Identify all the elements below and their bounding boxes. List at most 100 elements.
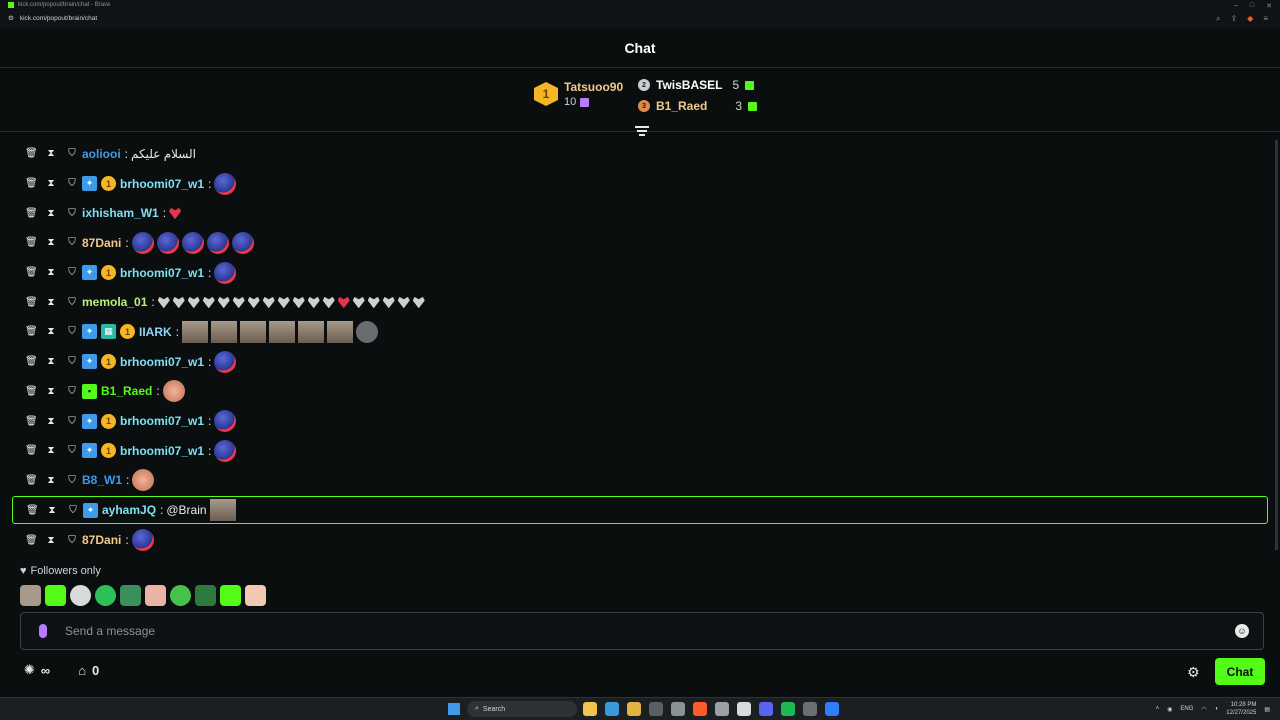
ban-icon[interactable]: ⛉ (67, 535, 77, 546)
app-icon[interactable] (649, 702, 663, 716)
ban-icon[interactable]: ⛉ (68, 505, 78, 516)
zoom-icon[interactable]: ⌕ (1216, 14, 1220, 24)
chat-username[interactable]: ixhisham_W1 (82, 206, 159, 220)
delete-icon[interactable]: 🗑 (25, 237, 38, 248)
chat-message[interactable]: 🗑 ⧗ ⛉ 87Dani : (12, 525, 1268, 555)
chat-username[interactable]: brhoomi07_w1 (120, 414, 204, 428)
chat-message[interactable]: 🗑 ⧗ ⛉ 87Dani : (12, 228, 1268, 258)
chat-username[interactable]: B1_Raed (101, 384, 152, 398)
timeout-icon[interactable]: ⧗ (46, 356, 56, 367)
timeout-icon[interactable]: ⧗ (46, 208, 56, 219)
ban-icon[interactable]: ⛉ (67, 386, 77, 397)
quick-emote[interactable] (195, 585, 216, 606)
menu-icon[interactable]: ≡ (1263, 14, 1268, 24)
timeout-icon[interactable]: ⧗ (46, 445, 56, 456)
close-button[interactable]: ✕ (1266, 2, 1272, 10)
timeout-icon[interactable]: ⧗ (46, 416, 56, 427)
site-info-icon[interactable]: ⚙ (8, 14, 14, 22)
send-chat-button[interactable]: Chat (1215, 658, 1265, 685)
chat-message-highlighted[interactable]: 🗑 ⧗ ⛉ ✦ ayhamJQ : @Brain (12, 496, 1268, 525)
timeout-icon[interactable]: ⧗ (46, 178, 56, 189)
quick-emote[interactable] (70, 585, 91, 606)
quick-emote[interactable] (145, 585, 166, 606)
delete-icon[interactable]: 🗑 (26, 505, 39, 516)
minimize-button[interactable]: – (1234, 2, 1238, 10)
ban-icon[interactable]: ⛉ (67, 416, 77, 427)
timeout-icon[interactable]: ⧗ (47, 505, 57, 516)
chat-username[interactable]: ayhamJQ (102, 503, 156, 517)
ban-icon[interactable]: ⛉ (67, 475, 77, 486)
tray-chevron-icon[interactable]: ˄ (1156, 706, 1160, 712)
chat-scrollbar[interactable] (1275, 140, 1278, 550)
ban-icon[interactable]: ⛉ (67, 445, 77, 456)
brave-icon[interactable] (693, 702, 707, 716)
chat-message[interactable]: 🗑 ⧗ ⛉ ▪ B1_Raed : (12, 377, 1268, 407)
delete-icon[interactable]: 🗑 (25, 326, 38, 337)
timeout-icon[interactable]: ⧗ (46, 297, 56, 308)
chat-username[interactable]: brhoomi07_w1 (120, 355, 204, 369)
url-text[interactable]: kick.com/popout/brain/chat (20, 15, 97, 22)
chat-message[interactable]: 🗑 ⧗ ⛉ ✦ 1 brhoomi07_w1 : (12, 436, 1268, 466)
leaderboard-first[interactable]: 1 Tatsuoo90 10 (534, 80, 623, 108)
store-button[interactable]: ⌂ 0 (78, 663, 99, 678)
language-indicator[interactable]: ENG (1180, 706, 1193, 712)
chat-message[interactable]: 🗑 ⧗ ⛉ ✦ 1 brhoomi07_w1 : (12, 347, 1268, 377)
chat-message[interactable]: 🗑 ⧗ ⛉ ✦ 1 brhoomi07_w1 : (12, 406, 1268, 436)
chrome-icon[interactable] (583, 702, 597, 716)
ban-icon[interactable]: ⛉ (67, 267, 77, 278)
timeout-icon[interactable]: ⧗ (46, 386, 56, 397)
chat-username[interactable]: B8_W1 (82, 473, 122, 487)
chat-username[interactable]: memola_01 (82, 295, 147, 309)
quick-emote[interactable] (45, 585, 66, 606)
app-icon[interactable] (715, 702, 729, 716)
chat-username[interactable]: brhoomi07_w1 (120, 266, 204, 280)
quick-emote[interactable] (170, 585, 191, 606)
quick-emote[interactable] (245, 585, 266, 606)
delete-icon[interactable]: 🗑 (25, 148, 38, 159)
quick-emote[interactable] (95, 585, 116, 606)
delete-icon[interactable]: 🗑 (25, 208, 38, 219)
app-icon[interactable] (825, 702, 839, 716)
delete-icon[interactable]: 🗑 (25, 386, 38, 397)
ban-icon[interactable]: ⛉ (67, 356, 77, 367)
chat-username[interactable]: 87Dani (82, 533, 121, 547)
chat-message[interactable]: 🗑 ⧗ ⛉ ✦ ▦ 1 IIARK : (12, 317, 1268, 347)
delete-icon[interactable]: 🗑 (25, 416, 38, 427)
quick-emote[interactable] (220, 585, 241, 606)
timeout-icon[interactable]: ⧗ (46, 237, 56, 248)
chat-username[interactable]: aoliooi (82, 147, 121, 161)
volume-icon[interactable]: ◖ (1215, 706, 1219, 712)
leaderboard-third[interactable]: 3 B1_Raed 3 (638, 99, 758, 113)
collapse-icon[interactable] (635, 126, 649, 138)
chat-message[interactable]: 🗑 ⧗ ⛉ B8_W1 : (12, 466, 1268, 496)
quick-emote[interactable] (120, 585, 141, 606)
file-explorer-icon[interactable] (627, 702, 641, 716)
delete-icon[interactable]: 🗑 (25, 267, 38, 278)
chat-message[interactable]: 🗑 ⧗ ⛉ aoliooi : السلام عليكم (12, 139, 1268, 169)
chat-username[interactable]: brhoomi07_w1 (120, 177, 204, 191)
app-icon[interactable] (671, 702, 685, 716)
delete-icon[interactable]: 🗑 (25, 297, 38, 308)
delete-icon[interactable]: 🗑 (25, 356, 38, 367)
network-icon[interactable]: ◉ (1167, 706, 1172, 713)
microphone-icon[interactable] (39, 624, 47, 638)
chat-username[interactable]: brhoomi07_w1 (120, 444, 204, 458)
ban-icon[interactable]: ⛉ (67, 237, 77, 248)
edge-icon[interactable] (605, 702, 619, 716)
share-icon[interactable]: ⇪ (1230, 14, 1237, 24)
app-icon[interactable] (737, 702, 751, 716)
brave-shields-icon[interactable]: ◆ (1247, 14, 1253, 24)
address-bar[interactable]: ⚙ kick.com/popout/brain/chat (8, 14, 97, 23)
chat-username[interactable]: IIARK (139, 325, 172, 339)
ban-icon[interactable]: ⛉ (67, 297, 77, 308)
delete-icon[interactable]: 🗑 (25, 535, 38, 546)
maximize-button[interactable]: □ (1250, 2, 1254, 10)
ban-icon[interactable]: ⛉ (67, 178, 77, 189)
ban-icon[interactable]: ⛉ (67, 208, 77, 219)
wifi-icon[interactable]: ◠ (1201, 706, 1206, 713)
settings-gear-icon[interactable]: ⚙ (1187, 664, 1200, 681)
delete-icon[interactable]: 🗑 (25, 178, 38, 189)
emoji-picker-icon[interactable]: ☺ (1235, 624, 1249, 638)
message-input-box[interactable]: ☺ (20, 612, 1264, 650)
delete-icon[interactable]: 🗑 (25, 475, 38, 486)
